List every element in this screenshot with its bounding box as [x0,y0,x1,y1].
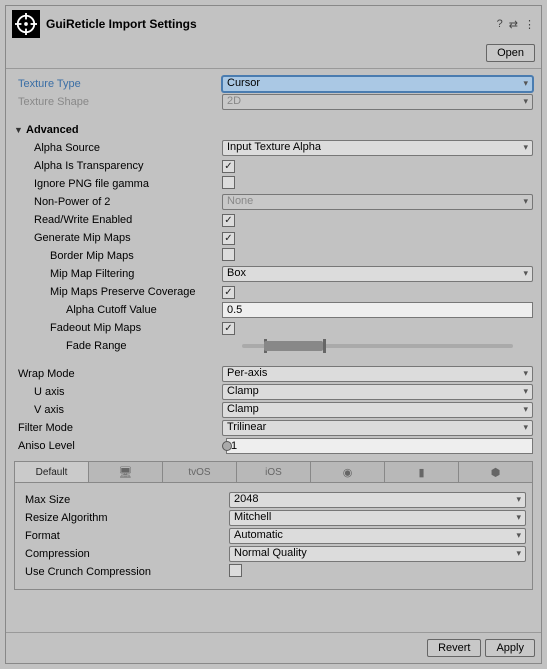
texture-shape-dropdown: 2D [222,94,533,110]
preserve-coverage-label: Mip Maps Preserve Coverage [14,286,222,298]
npot-label: Non-Power of 2 [14,196,222,208]
generate-mipmaps-checkbox[interactable] [222,232,235,245]
read-write-checkbox[interactable] [222,214,235,227]
platform-settings: Max Size 2048 Resize Algorithm Mitchell … [14,483,533,590]
help-icon[interactable]: ? [497,18,503,30]
open-button[interactable]: Open [486,44,535,62]
alpha-cutoff-label: Alpha Cutoff Value [14,304,222,316]
alpha-source-label: Alpha Source [14,142,222,154]
fade-range-label: Fade Range [14,340,222,352]
texture-type-label: Texture Type [14,78,222,90]
texture-type-dropdown[interactable]: Cursor [222,76,533,92]
format-dropdown[interactable]: Automatic [229,528,526,544]
tab-standalone[interactable]: 🖥 [89,462,163,482]
fade-range-slider[interactable] [242,344,513,348]
tab-android[interactable]: ▮ [385,462,459,482]
android-icon: ▮ [418,466,424,479]
alpha-cutoff-input[interactable] [222,302,533,318]
mipmap-filtering-label: Mip Map Filtering [14,268,222,280]
npot-dropdown: None [222,194,533,210]
wrap-mode-dropdown[interactable]: Per-axis [222,366,533,382]
max-size-dropdown[interactable]: 2048 [229,492,526,508]
ignore-png-gamma-label: Ignore PNG file gamma [14,178,222,190]
resize-algorithm-label: Resize Algorithm [21,512,229,524]
crunch-label: Use Crunch Compression [21,566,229,578]
aniso-input[interactable] [226,438,533,454]
divider [6,68,541,69]
filter-mode-dropdown[interactable]: Trilinear [222,420,533,436]
alpha-transparency-checkbox[interactable] [222,160,235,173]
footer: Revert Apply [6,632,541,663]
border-mipmaps-label: Border Mip Maps [14,250,222,262]
mipmap-filtering-dropdown[interactable]: Box [222,266,533,282]
chevron-down-icon: ▼ [14,125,26,135]
header: GuiReticle Import Settings ? ⇄ ⋮ [6,6,541,42]
filter-mode-label: Filter Mode [14,422,222,434]
read-write-label: Read/Write Enabled [14,214,222,226]
monitor-icon: 🖥 [119,466,133,479]
revert-button[interactable]: Revert [427,639,481,657]
platform-tabs: Default 🖥 tvOS iOS ◉ ▮ ⬢ [14,461,533,483]
tab-lumin[interactable]: ◉ [311,462,385,482]
max-size-label: Max Size [21,494,229,506]
tab-tvos[interactable]: tvOS [163,462,237,482]
v-axis-dropdown[interactable]: Clamp [222,402,533,418]
fadeout-mipmaps-checkbox[interactable] [222,322,235,335]
compression-dropdown[interactable]: Normal Quality [229,546,526,562]
advanced-foldout[interactable]: ▼ Advanced [14,121,533,139]
presets-icon[interactable]: ⇄ [509,18,518,31]
tab-webgl[interactable]: ⬢ [459,462,532,482]
menu-icon[interactable]: ⋮ [524,18,535,31]
ignore-png-gamma-checkbox[interactable] [222,176,235,189]
content: Texture Type Cursor Texture Shape 2D ▼ A… [6,71,541,632]
resize-algorithm-dropdown[interactable]: Mitchell [229,510,526,526]
format-label: Format [21,530,229,542]
tab-ios[interactable]: iOS [237,462,311,482]
preserve-coverage-checkbox[interactable] [222,286,235,299]
inspector-panel: GuiReticle Import Settings ? ⇄ ⋮ Open Te… [5,5,542,664]
u-axis-label: U axis [14,386,222,398]
crunch-checkbox[interactable] [229,564,242,577]
webgl-icon: ⬢ [491,466,501,479]
generate-mipmaps-label: Generate Mip Maps [14,232,222,244]
v-axis-label: V axis [14,404,222,416]
apply-button[interactable]: Apply [485,639,535,657]
alpha-transparency-label: Alpha Is Transparency [14,160,222,172]
compression-label: Compression [21,548,229,560]
border-mipmaps-checkbox[interactable] [222,248,235,261]
fadeout-mipmaps-label: Fadeout Mip Maps [14,322,222,334]
aniso-label: Aniso Level [14,440,222,452]
tab-default[interactable]: Default [15,462,89,482]
page-title: GuiReticle Import Settings [46,17,497,31]
asset-icon [12,10,40,38]
alpha-source-dropdown[interactable]: Input Texture Alpha [222,140,533,156]
wrap-mode-label: Wrap Mode [14,368,222,380]
lumin-icon: ◉ [343,466,353,479]
texture-shape-label: Texture Shape [14,96,222,108]
u-axis-dropdown[interactable]: Clamp [222,384,533,400]
